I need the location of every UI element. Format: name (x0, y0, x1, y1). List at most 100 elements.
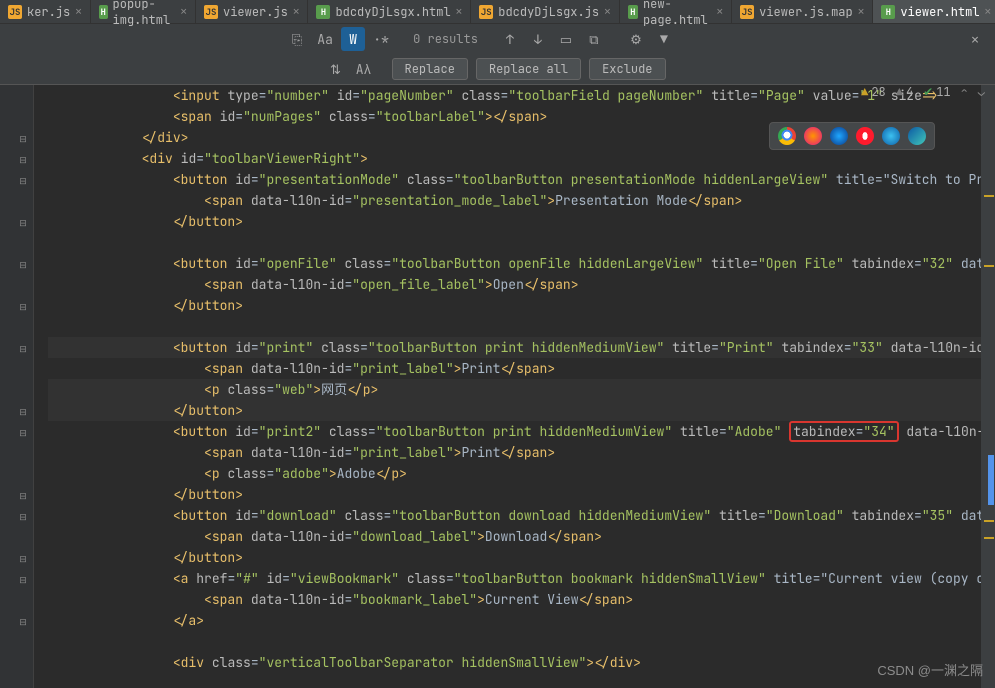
fold-toggle[interactable]: ⊟ (18, 154, 28, 164)
fold-toggle[interactable]: ⊟ (18, 406, 28, 416)
code-line[interactable]: <p class="web">网页</p> (48, 379, 981, 400)
close-tab-icon[interactable]: ✕ (858, 5, 865, 19)
inspection-status: 28 4 11 ⌃ ⌄ (861, 84, 985, 100)
tab-viewer-html[interactable]: Hviewer.html✕ (873, 0, 995, 23)
next-highlight-button[interactable]: ⌄ (978, 84, 985, 100)
tab-label: viewer.js (223, 4, 288, 20)
tab-viewer-js-map[interactable]: JSviewer.js.map✕ (732, 0, 873, 23)
filter-button[interactable]: ▼ (652, 27, 676, 51)
code-line[interactable]: </button> (48, 400, 981, 421)
tab-new-page-html[interactable]: Hnew-page.html✕ (620, 0, 732, 23)
fold-toggle[interactable]: ⊟ (18, 343, 28, 353)
ie-icon[interactable] (882, 127, 900, 145)
code-editor[interactable]: ⊟ ⊟ ⊟ ⊟ ⊟ ⊟ ⊟ ⊟ ⊟ ⊟ ⊟ ⊟ ⊟ ⊟ <input type="number" id="… (0, 85, 995, 688)
find-replace-panel: ⎘ Aa W ·* 0 results ↑ ↓ ▭ ⧉ ⚙ ▼ ✕ ⇅ Aλ R… (0, 24, 995, 85)
code-line[interactable]: <button id="print" class="toolbarButton … (48, 337, 981, 358)
close-tab-icon[interactable]: ✕ (180, 5, 187, 19)
tab-label: bdcdyDjLsgx.html (335, 4, 450, 20)
in-selection-toggle[interactable]: Aλ (352, 57, 376, 81)
tab-label: popup-img.html (113, 0, 176, 28)
fold-toggle[interactable]: ⊟ (18, 175, 28, 185)
code-line[interactable]: <span data-l10n-id="bookmark_label">Curr… (48, 589, 981, 610)
close-find-button[interactable]: ✕ (963, 27, 987, 51)
code-line[interactable]: </button> (48, 547, 981, 568)
fold-toggle[interactable]: ⊟ (18, 511, 28, 521)
code-line[interactable]: </button> (48, 211, 981, 232)
fold-toggle[interactable]: ⊟ (18, 133, 28, 143)
replace-all-button[interactable]: Replace all (476, 58, 581, 80)
regex-icon[interactable]: ·* (369, 27, 393, 51)
select-all-button[interactable]: ▭ (554, 27, 578, 51)
close-tab-icon[interactable]: ✕ (456, 5, 463, 19)
html-file-icon: H (316, 5, 330, 19)
code-line[interactable]: <span data-l10n-id="open_file_label">Ope… (48, 274, 981, 295)
preserve-case-toggle[interactable]: ⇅ (324, 57, 348, 81)
close-tab-icon[interactable]: ✕ (75, 5, 82, 19)
tab-label: viewer.js.map (759, 4, 853, 20)
fold-toggle[interactable]: ⊟ (18, 616, 28, 626)
safari-icon[interactable] (830, 127, 848, 145)
close-tab-icon[interactable]: ✕ (716, 5, 723, 19)
close-tab-icon[interactable]: ✕ (604, 5, 611, 19)
fold-toggle[interactable]: ⊟ (18, 259, 28, 269)
js-file-icon: JS (204, 5, 218, 19)
code-line[interactable]: <button id="openFile" class="toolbarButt… (48, 253, 981, 274)
html-file-icon: H (881, 5, 895, 19)
code-line[interactable]: </a> (48, 610, 981, 631)
html-file-icon: H (99, 5, 108, 19)
code-area[interactable]: <input type="number" id="pageNumber" cla… (34, 85, 981, 688)
weak-warnings-count[interactable]: 4 (896, 84, 913, 100)
tab-label: new-page.html (643, 0, 712, 28)
regex-toggle[interactable]: ⎘ (285, 27, 309, 51)
tab-viewer-js[interactable]: JS viewer.js ✕ (196, 0, 308, 23)
filter-settings-button[interactable]: ⚙ (624, 27, 648, 51)
code-line[interactable] (48, 316, 981, 337)
new-window-button[interactable]: ⧉ (582, 27, 606, 51)
fold-toggle[interactable]: ⊟ (18, 574, 28, 584)
typos-count[interactable]: 11 (923, 84, 950, 100)
code-line[interactable]: <a href="#" id="viewBookmark" class="too… (48, 568, 981, 589)
fold-toggle[interactable]: ⊟ (18, 427, 28, 437)
fold-toggle[interactable]: ⊟ (18, 217, 28, 227)
code-line[interactable]: <span data-l10n-id="presentation_mode_la… (48, 190, 981, 211)
warnings-count[interactable]: 28 (861, 84, 886, 100)
firefox-icon[interactable] (804, 127, 822, 145)
code-line[interactable]: <button id="presentationMode" class="too… (48, 169, 981, 190)
chrome-icon[interactable] (778, 127, 796, 145)
code-line[interactable]: </button> (48, 295, 981, 316)
tab-label: ker.js (27, 4, 70, 20)
exclude-button[interactable]: Exclude (589, 58, 665, 80)
tab-bdcdyDjLsgx-html[interactable]: HbdcdyDjLsgx.html ✕ (308, 0, 471, 23)
fold-toggle[interactable]: ⊟ (18, 553, 28, 563)
code-line[interactable] (48, 631, 981, 652)
code-line[interactable]: <button id="download" class="toolbarButt… (48, 505, 981, 526)
fold-toggle[interactable]: ⊟ (18, 490, 28, 500)
tab-popup-img-html[interactable]: Hpopup-img.html✕ (91, 0, 196, 23)
code-line[interactable]: <span data-l10n-id="print_label">Print</… (48, 358, 981, 379)
match-case-toggle[interactable]: Aa (313, 27, 337, 51)
close-tab-icon[interactable]: ✕ (985, 5, 992, 19)
code-line[interactable]: <button id="print2" class="toolbarButton… (48, 421, 981, 442)
code-line[interactable]: <div class="verticalToolbarSeparator hid… (48, 652, 981, 673)
words-toggle[interactable]: W (341, 27, 365, 51)
prev-match-button[interactable]: ↑ (498, 27, 522, 51)
opera-icon[interactable] (856, 127, 874, 145)
fold-toggle[interactable]: ⊟ (18, 301, 28, 311)
close-tab-icon[interactable]: ✕ (293, 5, 300, 19)
next-match-button[interactable]: ↓ (526, 27, 550, 51)
tab-ker-js[interactable]: JSker.js✕ (0, 0, 91, 23)
prev-highlight-button[interactable]: ⌃ (961, 84, 968, 100)
gutter: ⊟ ⊟ ⊟ ⊟ ⊟ ⊟ ⊟ ⊟ ⊟ ⊟ ⊟ ⊟ ⊟ ⊟ (0, 85, 34, 688)
code-line[interactable]: <p class="adobe">Adobe</p> (48, 463, 981, 484)
code-line[interactable]: <input type="number" id="pageNumber" cla… (48, 85, 981, 106)
code-line[interactable]: <div id="toolbarViewerRight"> (48, 148, 981, 169)
code-line[interactable]: <span data-l10n-id="print_label">Print</… (48, 442, 981, 463)
edge-icon[interactable] (908, 127, 926, 145)
code-line[interactable]: </button> (48, 484, 981, 505)
code-line[interactable]: <span data-l10n-id="download_label">Down… (48, 526, 981, 547)
tab-bdcdyDjLsgx-js[interactable]: JSbdcdyDjLsgx.js✕ (471, 0, 619, 23)
replace-button[interactable]: Replace (392, 58, 468, 80)
code-line[interactable] (48, 232, 981, 253)
editor-tabs: JSker.js✕Hpopup-img.html✕JSviewer.js✕Hbd… (0, 0, 995, 24)
minimap-scrollbar[interactable] (981, 85, 995, 688)
